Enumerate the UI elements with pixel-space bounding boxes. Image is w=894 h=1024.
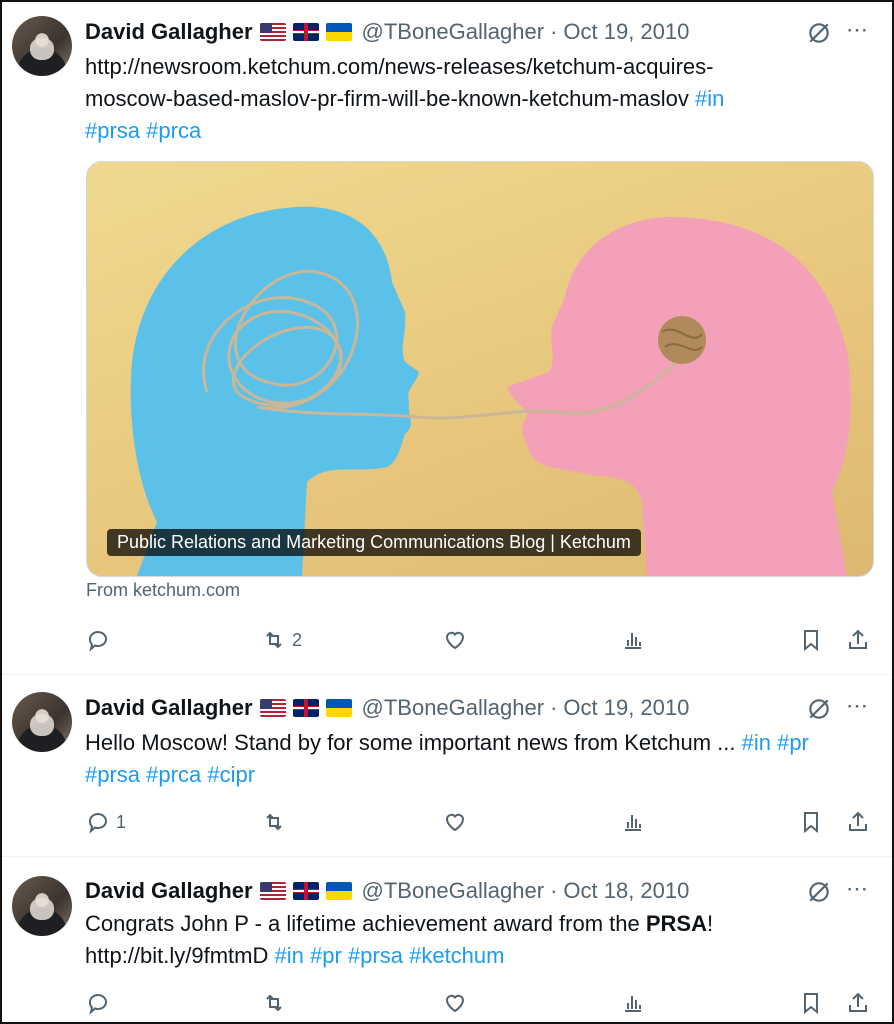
screenshot-border — [0, 0, 894, 1024]
